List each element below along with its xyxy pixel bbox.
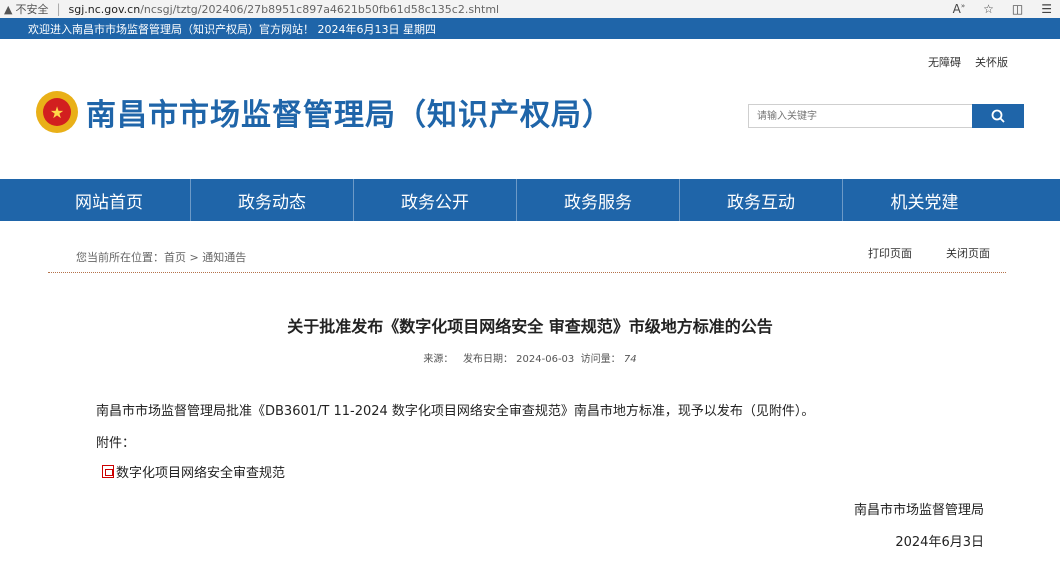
signature-date: 2024年6月3日	[895, 535, 984, 550]
care-version-link[interactable]: 关怀版	[975, 54, 1008, 70]
welcome-bar: 欢迎进入南昌市市场监督管理局（知识产权局）官方网站！ 2024年6月13日 星期…	[0, 18, 1060, 39]
url-text[interactable]: sgj.nc.gov.cn/ncsgj/tztg/202406/27b8951c…	[69, 3, 500, 16]
breadcrumb[interactable]: 您当前所在位置：首页 > 通知通告	[76, 249, 246, 265]
article-title: 关于批准发布《数字化项目网络安全 审查规范》市级地方标准的公告	[287, 317, 773, 336]
browser-tools: A» ☆ ◫ ☰	[953, 0, 1052, 18]
attachment-label: 附件：	[96, 436, 136, 451]
nav-item-interaction[interactable]: 政务互动	[680, 179, 843, 221]
nav-item-services[interactable]: 政务服务	[517, 179, 680, 221]
split-screen-icon[interactable]: ◫	[1012, 2, 1023, 16]
site-logo[interactable]: ★ 南昌市市场监督管理局（知识产权局）	[36, 90, 613, 134]
article-body: 南昌市市场监督管理局批准《DB3601/T 11-2024 数字化项目网络安全审…	[96, 404, 815, 419]
favorites-list-icon[interactable]: ☰	[1041, 2, 1052, 16]
warning-icon: ▲	[4, 2, 13, 16]
national-emblem-icon: ★	[36, 91, 78, 133]
nav-item-party[interactable]: 机关党建	[843, 179, 1006, 221]
address-separator: |	[56, 2, 61, 16]
nav-item-disclosure[interactable]: 政务公开	[354, 179, 517, 221]
article-meta: 来源： 发布日期： 2024-06-03 访问量： 74	[0, 350, 1060, 365]
date-label: 发布日期：	[462, 354, 513, 365]
page-tools: 打印页面 关闭页面	[868, 245, 990, 261]
site-title: 南昌市市场监督管理局（知识产权局）	[86, 98, 613, 133]
favorite-star-icon[interactable]: ☆	[983, 2, 994, 16]
search-box	[748, 104, 1024, 128]
nav-item-news[interactable]: 政务动态	[191, 179, 354, 221]
nav-item-home[interactable]: 网站首页	[28, 179, 191, 221]
search-input[interactable]	[748, 104, 972, 128]
browser-address-bar[interactable]: ▲ 不安全 | sgj.nc.gov.cn/ncsgj/tztg/202406/…	[0, 0, 1060, 18]
search-icon	[991, 109, 1005, 123]
publish-date: 2024-06-03	[516, 354, 575, 365]
attachment-link[interactable]: 数字化项目网络安全审查规范	[102, 462, 285, 481]
accessibility-links: 无障碍 关怀版	[928, 54, 1008, 70]
accessible-link[interactable]: 无障碍	[928, 54, 961, 70]
views-label: 访问量：	[580, 354, 621, 365]
search-button[interactable]	[972, 104, 1024, 128]
url-path: /ncsgj/tztg/202406/27b8951c897a4621b50fb…	[140, 2, 500, 16]
source-label: 来源：	[423, 354, 454, 365]
read-aloud-icon[interactable]: A»	[953, 2, 966, 16]
attachment-name: 数字化项目网络安全审查规范	[116, 466, 286, 481]
emblem-star-icon: ★	[43, 98, 71, 126]
pdf-icon	[102, 465, 114, 478]
views-count: 74	[623, 354, 637, 365]
print-page-link[interactable]: 打印页面	[868, 245, 912, 261]
url-domain: sgj.nc.gov.cn	[68, 2, 141, 16]
signature-org: 南昌市市场监督管理局	[853, 503, 984, 518]
main-nav: 网站首页 政务动态 政务公开 政务服务 政务互动 机关党建	[0, 179, 1060, 221]
close-page-link[interactable]: 关闭页面	[946, 245, 990, 261]
divider	[48, 272, 1006, 273]
insecure-label: 不安全	[15, 3, 49, 16]
